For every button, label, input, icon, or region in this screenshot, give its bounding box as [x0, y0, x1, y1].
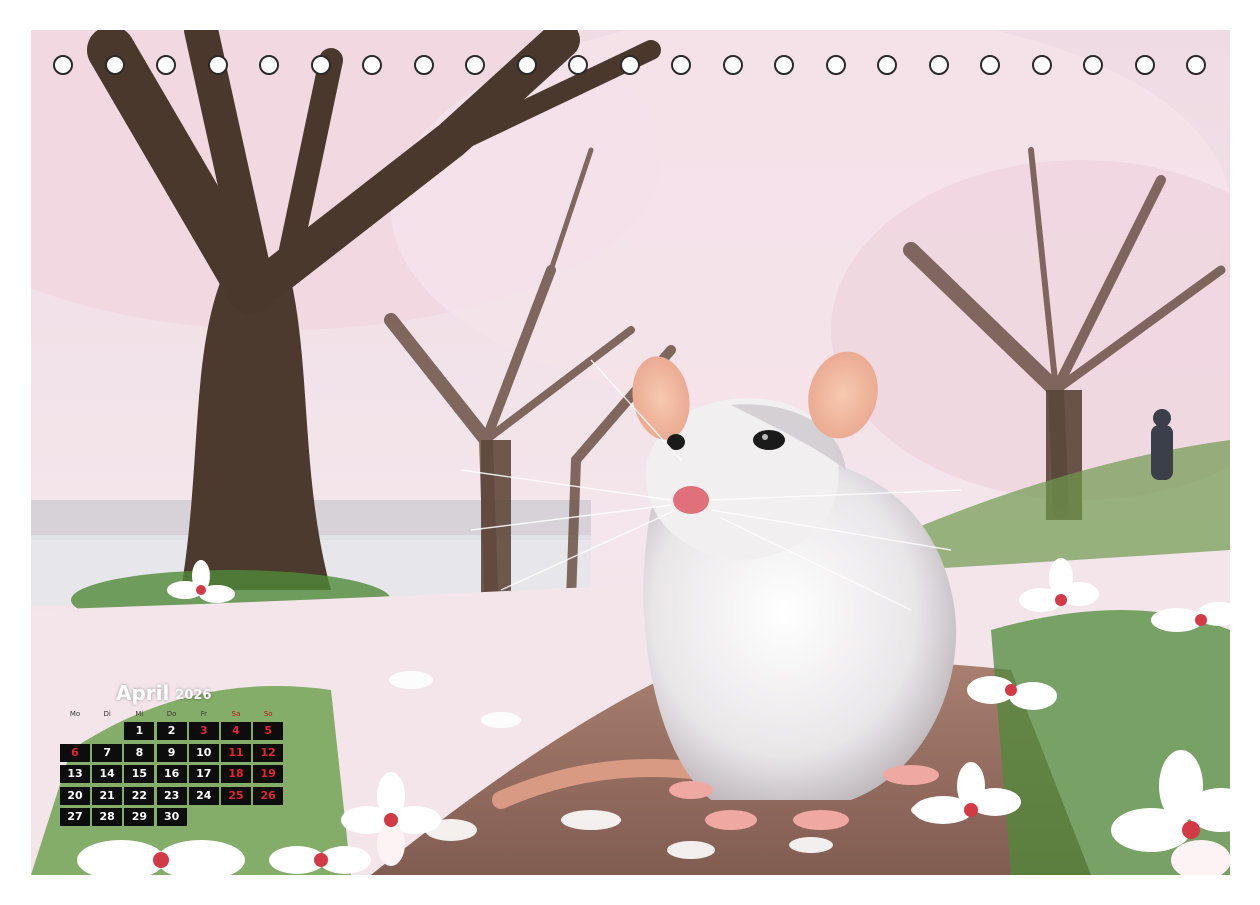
day-cell: 7: [92, 743, 123, 762]
day-cell: 23: [156, 786, 187, 805]
day-cell: 17: [188, 765, 219, 783]
month-name: April: [116, 681, 170, 705]
day-cell: 30: [156, 808, 187, 826]
day-cell: 6: [60, 743, 90, 762]
day-cell: 20: [60, 786, 90, 805]
weekday-label: Di: [103, 710, 111, 718]
day-cell: 8: [124, 743, 155, 762]
day-cell: 12: [253, 743, 284, 762]
calendar-title: April 2026: [116, 680, 212, 706]
day-cell: 14: [92, 765, 123, 783]
day-cell: 22: [124, 786, 155, 805]
day-cell: 15: [124, 765, 155, 783]
day-cell: 26: [253, 786, 284, 805]
weekday-label: Do: [166, 710, 177, 718]
day-cell: 11: [221, 743, 251, 762]
day-cell: 21: [92, 786, 123, 805]
weekday-label: Mi: [135, 710, 144, 718]
day-grid: 1 2 3 4 5 6 7 8 9 10 11 12 13 14 15 16 17 18 19 20 21 22 23 24 2…: [60, 722, 290, 828]
year-label: 2026: [175, 688, 212, 703]
day-cell: 1: [124, 722, 155, 740]
day-cell: 9: [156, 743, 187, 762]
day-cell: 5: [253, 722, 284, 740]
day-cell: 28: [92, 808, 123, 826]
day-cell: 18: [221, 765, 251, 783]
weekday-header: Mo Di Mi Do Fr Sa So: [60, 708, 290, 720]
day-cell: 27: [60, 808, 90, 826]
weekday-label: Mo: [69, 710, 81, 718]
day-cell: 3: [188, 722, 219, 740]
day-cell: 25: [221, 786, 251, 805]
day-cell: 19: [253, 765, 284, 783]
weekday-label: So: [263, 710, 273, 718]
day-cell: 29: [124, 808, 155, 826]
day-cell: 13: [60, 765, 90, 783]
calendar-page: April 2026 Mo Di Mi Do Fr Sa So 1 2 3 4 5 6 7 8 9 10 11 12…: [0, 0, 1260, 905]
weekday-label: Fr: [200, 710, 207, 718]
day-cell: 24: [188, 786, 219, 805]
day-cell: 2: [156, 722, 187, 740]
day-cell: 16: [156, 765, 187, 783]
day-cell: 4: [221, 722, 251, 740]
weekday-label: Sa: [231, 710, 241, 718]
day-cell: 10: [188, 743, 219, 762]
